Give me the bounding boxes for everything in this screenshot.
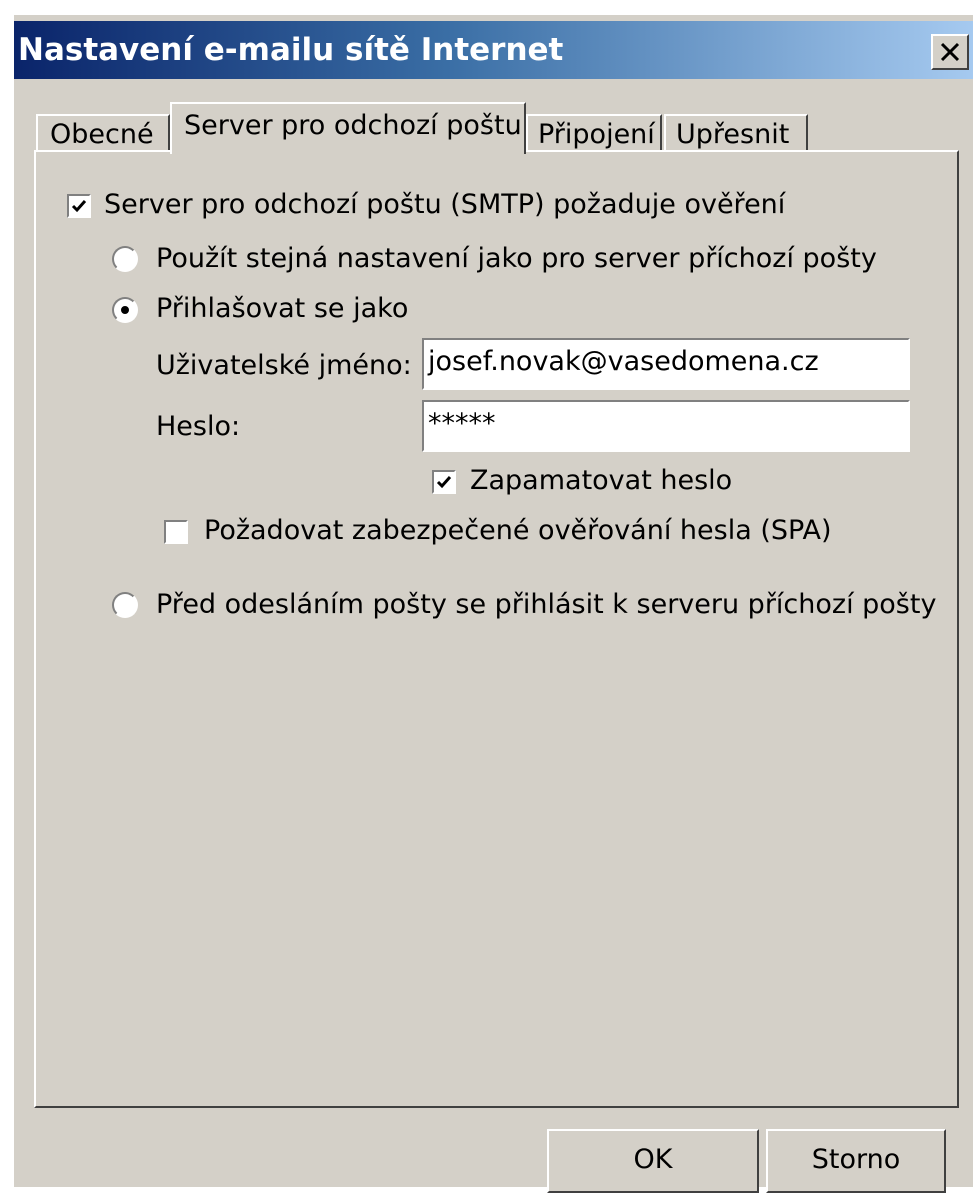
email-settings-dialog: Nastavení e-mailu sítě Internet Obecné S… <box>12 15 973 1193</box>
tab-connection-label: Připojení <box>538 119 655 150</box>
remember-password-checkbox[interactable] <box>432 470 456 494</box>
tab-connection[interactable]: Připojení <box>526 114 662 152</box>
ok-button[interactable]: OK <box>547 1129 759 1193</box>
smtp-auth-label: Server pro odchozí poštu (SMTP) požaduje… <box>104 189 786 220</box>
login-before-send-label: Před odesláním pošty se přihlásit k serv… <box>156 589 937 620</box>
password-field[interactable]: ***** <box>422 400 910 452</box>
same-settings-label: Použít stejná nastavení jako pro server … <box>156 243 877 274</box>
require-spa-checkbox[interactable] <box>164 520 188 544</box>
login-before-send-radio[interactable] <box>112 592 138 618</box>
tab-outgoing-server-label: Server pro odchozí poštu <box>184 110 522 141</box>
close-button[interactable] <box>931 34 969 70</box>
tab-advanced[interactable]: Upřesnit <box>664 114 808 152</box>
checkmark-icon <box>436 476 452 489</box>
smtp-auth-checkbox[interactable] <box>67 194 91 218</box>
require-spa-label: Požadovat zabezpečené ověřování hesla (S… <box>204 515 832 546</box>
checkmark-icon <box>71 200 87 213</box>
title-bar: Nastavení e-mailu sítě Internet <box>14 21 973 79</box>
radio-selected-dot <box>121 306 129 314</box>
username-label: Uživatelské jméno: <box>156 350 412 381</box>
tab-general-label: Obecné <box>50 119 154 150</box>
login-as-radio[interactable] <box>112 297 138 323</box>
close-icon <box>940 42 960 62</box>
same-settings-radio[interactable] <box>112 246 138 272</box>
tab-advanced-label: Upřesnit <box>676 119 790 150</box>
cancel-button[interactable]: Storno <box>766 1129 946 1193</box>
tab-outgoing-server[interactable]: Server pro odchozí poštu <box>170 102 526 154</box>
password-label: Heslo: <box>156 411 241 442</box>
username-field[interactable]: josef.novak@vasedomena.cz <box>422 338 910 390</box>
remember-password-label: Zapamatovat heslo <box>470 465 733 496</box>
login-as-label: Přihlašovat se jako <box>156 293 409 324</box>
window-title: Nastavení e-mailu sítě Internet <box>18 32 564 68</box>
tab-general[interactable]: Obecné <box>36 114 170 152</box>
tab-panel-outgoing-server: Server pro odchozí poštu (SMTP) požaduje… <box>34 150 959 1108</box>
